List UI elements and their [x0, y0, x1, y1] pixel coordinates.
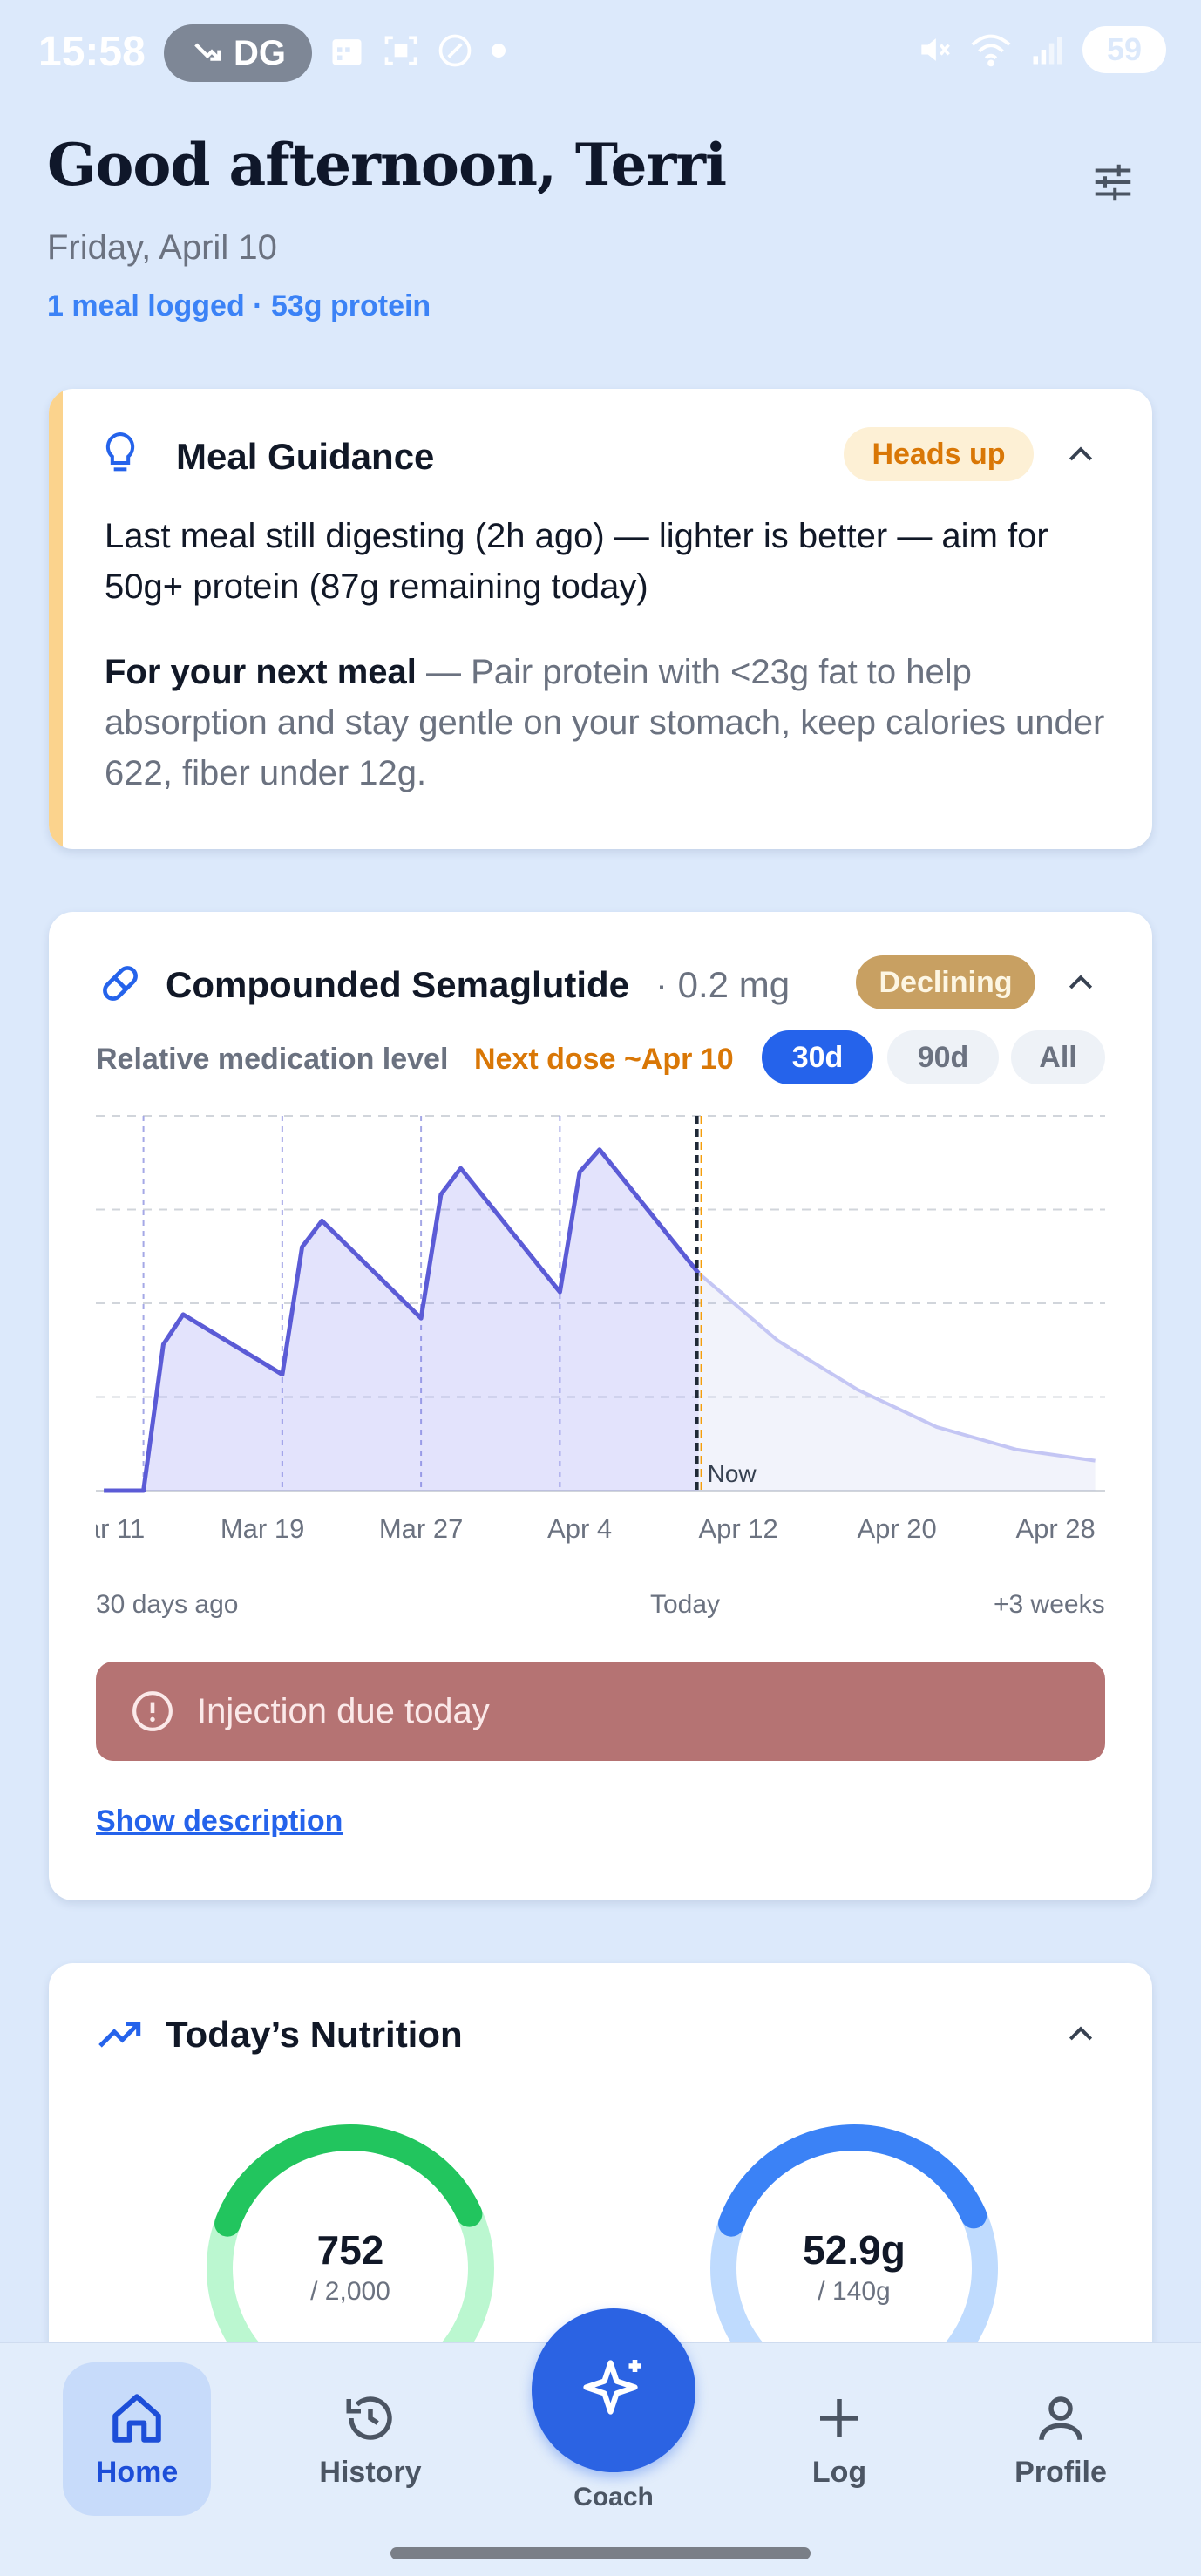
protein-goal: / 140g	[818, 2277, 891, 2306]
date-label: Friday, April 10	[47, 228, 277, 267]
calories-value: 752	[316, 2227, 384, 2273]
collapse-nutrition-button[interactable]	[1058, 2012, 1103, 2057]
history-icon	[346, 2396, 392, 2440]
medication-card: Compounded Semaglutide · 0.2 mg Declinin…	[49, 912, 1152, 1900]
network-pill: DG	[164, 24, 312, 82]
guidance-title: Meal Guidance	[176, 436, 435, 477]
x-tick-label: Apr 20	[857, 1513, 936, 1544]
declining-badge: Declining	[856, 955, 1035, 1009]
plus-icon	[820, 2398, 858, 2437]
range-all-button[interactable]: All	[1011, 1030, 1105, 1084]
nav-history[interactable]: History	[300, 2362, 441, 2516]
filter-settings-button[interactable]	[1084, 153, 1142, 211]
mute-icon	[921, 38, 950, 61]
trending-up-icon	[98, 2021, 141, 2048]
series-area-projection	[698, 1273, 1096, 1491]
collapse-medication-button[interactable]	[1058, 961, 1103, 1006]
medication-level-chart: Now Mar 11 Mar 19 Mar 27 Apr 4 Apr 12 Apr 20 Ap…	[96, 1115, 1105, 1544]
meal-guidance-card: Meal Guidance Heads up Last meal still d…	[49, 389, 1152, 849]
calendar-icon	[332, 39, 362, 65]
medication-dose: · 0.2 mg	[655, 964, 790, 1005]
greeting-title: Good afternoon, Terri	[47, 131, 727, 199]
x-tick-label: Apr 4	[547, 1513, 612, 1544]
timeline-end-label: +3 weeks	[994, 1590, 1105, 1619]
status-icons-left	[328, 31, 507, 70]
user-icon	[1039, 2396, 1082, 2440]
signal-icon	[1033, 37, 1062, 65]
next-dose-label: Next dose ~Apr 10	[474, 1043, 734, 1076]
guidance-next-meal: For your next meal — Pair protein with <…	[105, 647, 1133, 799]
guidance-accent-bar	[49, 389, 63, 849]
coach-button[interactable]	[532, 2308, 695, 2472]
chevron-up-icon	[1069, 975, 1093, 989]
nav-log-label: Log	[811, 2455, 867, 2489]
wifi-icon	[971, 34, 1011, 67]
home-indicator	[390, 2547, 811, 2559]
heads-up-badge: Heads up	[844, 427, 1034, 481]
dnd-icon	[438, 34, 472, 67]
injection-alert-text: Injection due today	[197, 1691, 490, 1730]
pill-icon	[103, 966, 138, 1001]
x-tick-label: Mar 19	[221, 1513, 304, 1544]
nav-coach-label: Coach	[573, 2483, 654, 2511]
status-time: 15:58	[38, 29, 146, 75]
chevron-up-icon	[1069, 446, 1093, 461]
sparkle-icon	[583, 2360, 641, 2415]
trend-down-icon	[194, 43, 221, 61]
collapse-guidance-button[interactable]	[1058, 432, 1103, 478]
nav-profile-label: Profile	[1014, 2455, 1107, 2489]
medication-level-label: Relative medication level	[96, 1043, 449, 1076]
x-tick-label: Mar 11	[96, 1513, 145, 1544]
network-pill-label: DG	[234, 33, 286, 72]
timeline-today-label: Today	[650, 1590, 721, 1619]
x-tick-label: Apr 12	[698, 1513, 777, 1544]
nav-profile[interactable]: Profile	[990, 2362, 1131, 2516]
screenshot-icon	[384, 36, 417, 65]
nav-home-label: Home	[95, 2455, 179, 2489]
battery-indicator: 59	[1082, 26, 1166, 73]
protein-value: 52.9g	[803, 2227, 906, 2273]
timeline-start-label: 30 days ago	[96, 1590, 239, 1619]
dot-icon	[492, 44, 506, 58]
calories-goal: / 2,000	[310, 2277, 390, 2306]
next-meal-label: For your next meal	[105, 653, 417, 691]
now-label: Now	[708, 1460, 757, 1487]
sliders-icon	[1095, 164, 1131, 201]
daily-summary: 1 meal logged · 53g protein	[47, 289, 431, 323]
lightbulb-icon	[105, 432, 135, 472]
medication-name: Compounded Semaglutide	[166, 964, 630, 1005]
range-30d-button[interactable]: 30d	[762, 1030, 873, 1084]
show-description-link[interactable]: Show description	[96, 1805, 343, 1839]
x-tick-label: Apr 28	[1015, 1513, 1095, 1544]
x-tick-label: Mar 27	[379, 1513, 463, 1544]
nav-log[interactable]: Log	[769, 2362, 910, 2516]
nav-history-label: History	[319, 2455, 422, 2489]
range-90d-button[interactable]: 90d	[887, 1030, 999, 1084]
status-icons-right: 59	[915, 26, 1166, 73]
nav-home[interactable]: Home	[63, 2362, 211, 2516]
alert-circle-icon	[132, 1691, 173, 1731]
chevron-up-icon	[1069, 2026, 1093, 2041]
guidance-message: Last meal still digesting (2h ago) — lig…	[105, 517, 1048, 606]
status-bar: 15:58 DG 59	[0, 0, 1201, 105]
nutrition-title: Today’s Nutrition	[166, 2014, 463, 2055]
home-icon	[112, 2393, 161, 2443]
injection-alert[interactable]: Injection due today	[96, 1662, 1105, 1761]
